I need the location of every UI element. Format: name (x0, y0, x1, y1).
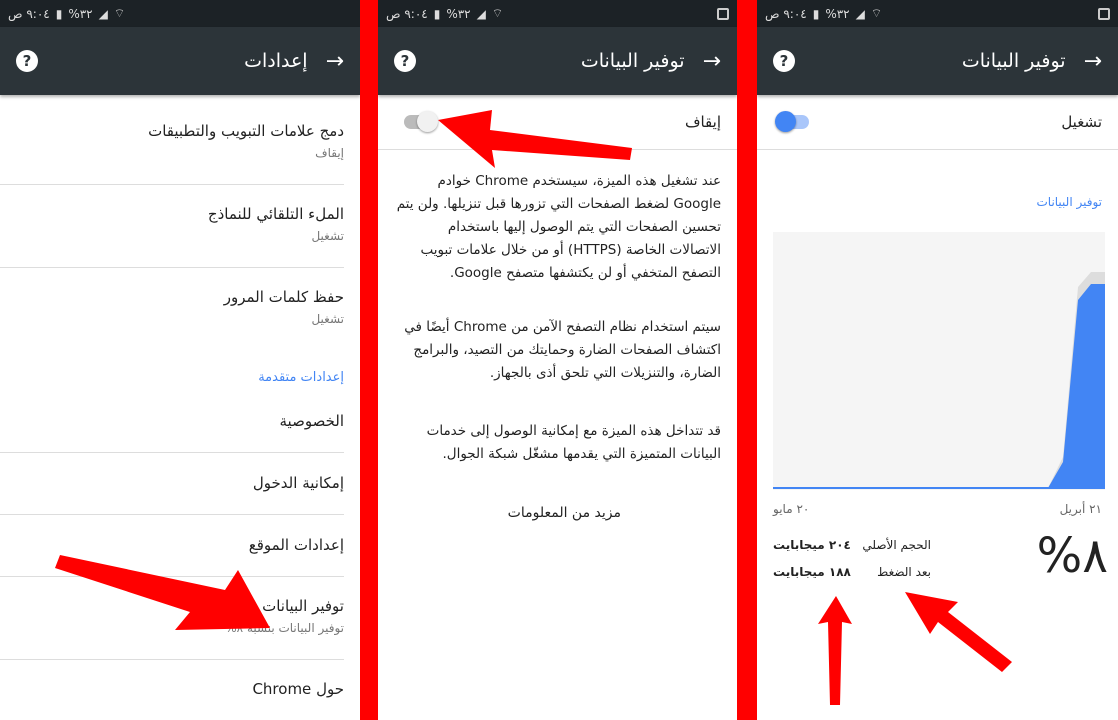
wifi-icon: ⌔ (491, 6, 504, 20)
signal-icon: ◢ (476, 6, 486, 21)
description-paragraph: عند تشغيل هذه الميزة، سيستخدم Chrome خوا… (396, 173, 721, 281)
item-label: دمج علامات التبويب والتطبيقات (148, 122, 344, 140)
toggle-label: إيقاف (684, 113, 721, 131)
section-header: توفير البيانات (1036, 195, 1102, 209)
signal-icon: ◢ (98, 6, 108, 21)
list-item-accessibility[interactable]: إمكانية الدخول (0, 453, 344, 515)
wifi-icon: ⌔ (113, 6, 126, 20)
section-header-advanced: إعدادات متقدمة (258, 370, 344, 385)
toolbar: ? إعدادات → (0, 27, 360, 95)
battery-level: %٣٢ (68, 6, 93, 21)
list-item-about-chrome[interactable]: حول Chrome (0, 660, 344, 720)
clock: ٩:٠٤ ص (765, 6, 807, 21)
list-item-privacy[interactable]: الخصوصية (0, 400, 344, 453)
list-item-autofill[interactable]: الملء التلقائي للنماذج تشغيل (0, 185, 344, 268)
image-notification-icon (717, 7, 729, 20)
page-title: توفير البيانات (961, 50, 1066, 72)
data-saver-on-screen: ٩:٠٤ ص ▮ %٣٢ ◢ ⌔ ? توفير البيانات → تشغيل توفي… (757, 0, 1118, 720)
item-label: حفظ كلمات المرور (223, 288, 344, 306)
data-saver-toggle[interactable] (404, 111, 438, 132)
item-label: إعدادات الموقع (248, 536, 344, 554)
help-icon[interactable]: ? (773, 50, 795, 72)
battery-level: %٣٢ (825, 6, 850, 21)
description-paragraph: قد تتداخل هذه الميزة مع إمكانية الوصول إ… (426, 423, 721, 462)
item-sub: تشغيل (311, 229, 344, 243)
data-saver-off-screen: ٩:٠٤ ص ▮ %٣٢ ◢ ⌔ ? توفير البيانات → إيقاف عند … (378, 0, 737, 720)
battery-level: %٣٢ (446, 6, 471, 21)
date-start-label: ٢١ أبريل (1059, 502, 1102, 516)
date-end-label: ٢٠ مايو (773, 502, 810, 516)
original-size-value: ٢٠٤ ميجابايت (773, 538, 851, 552)
status-bar: ٩:٠٤ ص ▮ %٣٢ ◢ ⌔ (378, 0, 737, 27)
wifi-icon: ⌔ (870, 6, 883, 20)
clock: ٩:٠٤ ص (8, 6, 50, 21)
description-paragraph: سيتم استخدام نظام التصفح الآمن من Chrome… (404, 319, 721, 381)
clock: ٩:٠٤ ص (386, 6, 428, 21)
list-item-data-saver[interactable]: توفير البيانات توفير البيانات بنسبة ٨% (0, 577, 344, 660)
settings-screen: ٩:٠٤ ص ▮ %٣٢ ◢ ⌔ ? إعدادات → دمج علامات التبوي… (0, 0, 360, 720)
data-saver-toggle[interactable] (775, 111, 809, 132)
image-notification-icon (1098, 7, 1110, 20)
toolbar: ? توفير البيانات → (378, 27, 737, 95)
list-item-passwords[interactable]: حفظ كلمات المرور تشغيل (0, 268, 344, 350)
list-item-site-settings[interactable]: إعدادات الموقع (0, 515, 344, 577)
toggle-row[interactable]: إيقاف (378, 95, 737, 150)
chart-background (773, 232, 1105, 490)
signal-icon: ◢ (855, 6, 865, 21)
learn-more-link[interactable]: مزيد من المعلومات (394, 502, 721, 525)
back-arrow-icon[interactable]: → (703, 49, 721, 74)
savings-percent: %٨ (1036, 528, 1108, 584)
list-item-merge-tabs[interactable]: دمج علامات التبويب والتطبيقات إيقاف (0, 102, 344, 185)
item-sub: توفير البيانات بنسبة ٨% (225, 621, 344, 635)
item-label: الخصوصية (279, 412, 344, 430)
battery-icon: ▮ (433, 6, 441, 21)
item-sub: إيقاف (315, 146, 344, 160)
battery-icon: ▮ (55, 6, 63, 21)
back-arrow-icon[interactable]: → (326, 49, 344, 74)
item-label: الملء التلقائي للنماذج (207, 205, 344, 223)
help-icon[interactable]: ? (394, 50, 416, 72)
item-label: توفير البيانات (262, 597, 344, 615)
original-size-label: الحجم الأصلي (862, 538, 931, 552)
help-icon[interactable]: ? (16, 50, 38, 72)
item-sub: تشغيل (311, 312, 344, 326)
savings-chart (773, 232, 1105, 490)
item-label: حول Chrome (252, 680, 344, 698)
back-arrow-icon[interactable]: → (1084, 49, 1102, 74)
status-bar: ٩:٠٤ ص ▮ %٣٢ ◢ ⌔ (757, 0, 1118, 27)
status-bar: ٩:٠٤ ص ▮ %٣٢ ◢ ⌔ (0, 0, 360, 27)
page-title: إعدادات (244, 50, 308, 72)
toolbar: ? توفير البيانات → (757, 27, 1118, 95)
compressed-size-label: بعد الضغط (877, 565, 931, 579)
toggle-row[interactable]: تشغيل (757, 95, 1118, 150)
compressed-size-value: ١٨٨ ميجابايت (773, 565, 851, 579)
toggle-label: تشغيل (1061, 113, 1102, 131)
item-label: إمكانية الدخول (252, 474, 344, 492)
battery-icon: ▮ (812, 6, 820, 21)
page-title: توفير البيانات (580, 50, 685, 72)
